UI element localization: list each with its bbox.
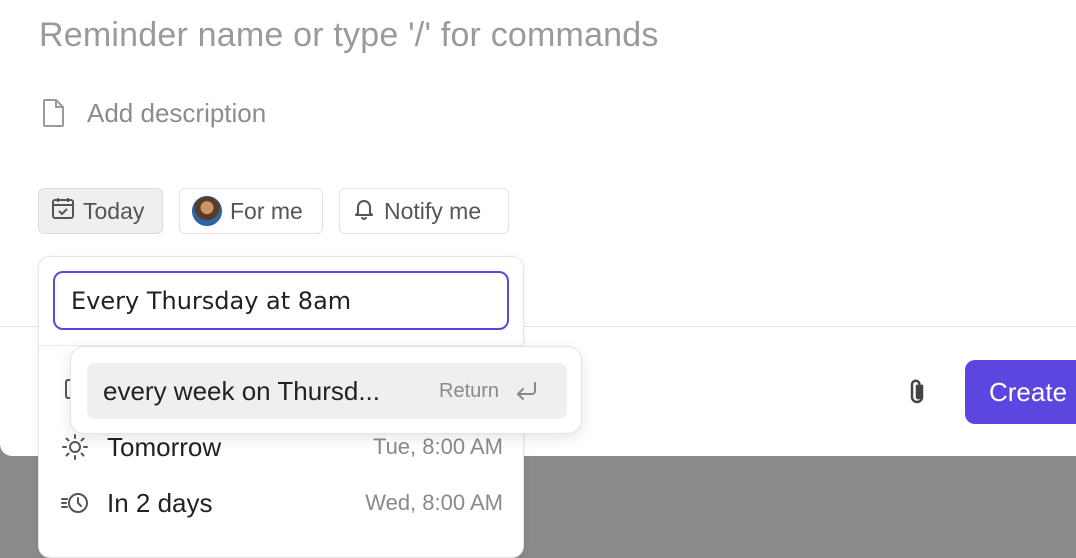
add-description-label: Add description [87,97,267,128]
date-input[interactable] [53,271,509,330]
notify-chip[interactable]: Notify me [339,188,509,234]
bell-icon [352,196,376,226]
option-time: Tue, 8:00 AM [372,434,503,459]
suggestion-label: every week on Thursd... [103,376,380,406]
recurrence-suggestion-item[interactable]: every week on Thursd... Return [87,363,567,419]
paperclip-icon[interactable] [900,375,934,409]
avatar [192,196,222,226]
create-button[interactable]: Create [965,360,1076,424]
recurrence-suggestion-popup: every week on Thursd... Return [70,346,582,434]
calendar-check-icon [51,196,75,226]
clock-forward-icon [59,487,91,519]
option-label: In 2 days [107,487,213,518]
document-icon [40,98,68,128]
sun-icon [59,431,91,463]
date-chip-label: Today [83,197,145,224]
notify-chip-label: Notify me [384,197,482,224]
option-label: Tomorrow [107,431,222,462]
date-chip[interactable]: Today [38,188,163,234]
reminder-name-input[interactable]: Reminder name or type '/' for commands [39,16,659,55]
assignee-chip[interactable]: For me [179,188,323,234]
return-key-icon [513,378,539,404]
date-option-in-2-days[interactable]: In 2 days Wed, 8:00 AM [39,477,523,529]
assignee-chip-label: For me [230,197,303,224]
return-hint: Return [439,380,500,402]
add-description-row[interactable]: Add description [40,96,266,130]
option-time: Wed, 8:00 AM [365,490,503,515]
